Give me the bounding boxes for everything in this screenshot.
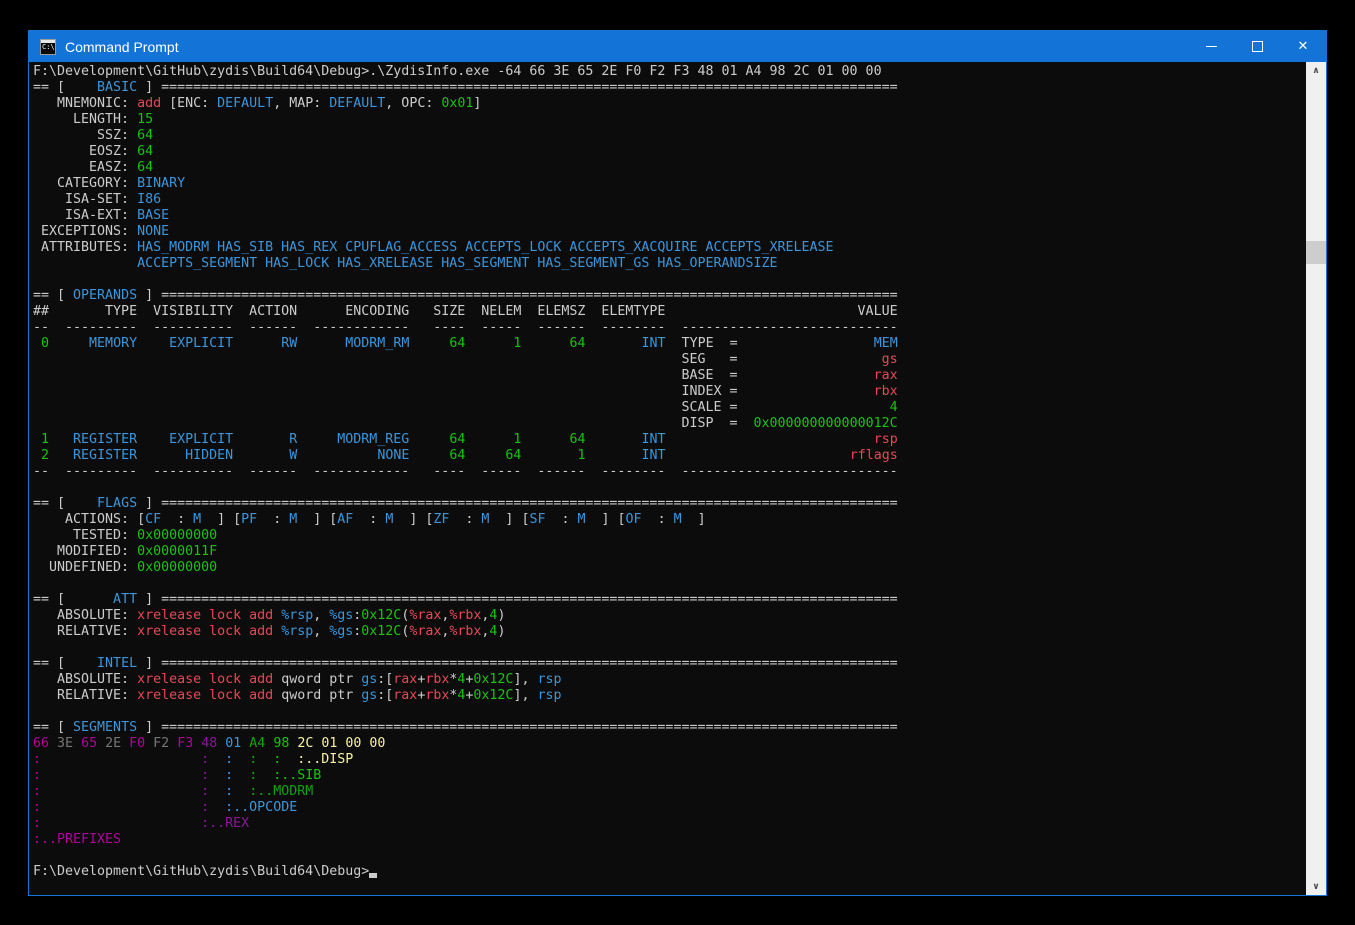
console-line [33,480,1306,496]
console-line: 2 REGISTER HIDDEN W NONE 64 64 1 INT rfl… [33,448,1306,464]
console-line [33,640,1306,656]
maximize-button[interactable] [1234,31,1280,62]
scroll-up-button[interactable]: ∧ [1306,62,1326,79]
console-line: RELATIVE: xrelease lock add qword ptr gs… [33,688,1306,704]
console-line: RELATIVE: xrelease lock add %rsp, %gs:0x… [33,624,1306,640]
console-line: MODIFIED: 0x0000011F [33,544,1306,560]
console-line: -- --------- ---------- ------ ---------… [33,320,1306,336]
console-line [33,704,1306,720]
console-line: LENGTH: 15 [33,112,1306,128]
scroll-down-button[interactable]: ∨ [1306,878,1326,895]
console-line: :..PREFIXES [33,832,1306,848]
console-line: ISA-EXT: BASE [33,208,1306,224]
console-line [33,272,1306,288]
console-line: CATEGORY: BINARY [33,176,1306,192]
console-line: EOSZ: 64 [33,144,1306,160]
console-line: ABSOLUTE: xrelease lock add qword ptr gs… [33,672,1306,688]
console-line: ## TYPE VISIBILITY ACTION ENCODING SIZE … [33,304,1306,320]
console-line: DISP = 0x000000000000012C [33,416,1306,432]
scrollbar-thumb[interactable] [1306,241,1326,264]
console-line: 1 REGISTER EXPLICIT R MODRM_REG 64 1 64 … [33,432,1306,448]
console-line: F:\Development\GitHub\zydis\Build64\Debu… [33,64,1306,80]
console-line: : : : : :..SIB [33,768,1306,784]
cmd-icon-text: C:\ [42,44,55,51]
minimize-button[interactable] [1188,31,1234,62]
console-line: : : : : : :..DISP [33,752,1306,768]
console-line: SEG = gs [33,352,1306,368]
text-cursor [369,873,377,878]
command-prompt-window: C:\ Command Prompt ✕ F:\Development\GitH… [28,30,1327,896]
close-button[interactable]: ✕ [1280,31,1326,62]
console-line: ABSOLUTE: xrelease lock add %rsp, %gs:0x… [33,608,1306,624]
window-title: Command Prompt [65,39,179,55]
console-line: == [ SEGMENTS ] ========================… [33,720,1306,736]
console-line: ACCEPTS_SEGMENT HAS_LOCK HAS_XRELEASE HA… [33,256,1306,272]
console-line: == [ FLAGS ] ===========================… [33,496,1306,512]
console-line: EASZ: 64 [33,160,1306,176]
console-line: ATTRIBUTES: HAS_MODRM HAS_SIB HAS_REX CP… [33,240,1306,256]
console-line: SCALE = 4 [33,400,1306,416]
console-line: : : : :..MODRM [33,784,1306,800]
console-line: : :..REX [33,816,1306,832]
vertical-scrollbar[interactable]: ∧ ∨ [1306,62,1326,895]
maximize-icon [1252,41,1263,52]
console-line: -- --------- ---------- ------ ---------… [33,464,1306,480]
console-output: F:\Development\GitHub\zydis\Build64\Debu… [29,62,1306,880]
console-area[interactable]: F:\Development\GitHub\zydis\Build64\Debu… [29,62,1306,895]
console-line: == [ INTEL ] ===========================… [33,656,1306,672]
console-line: == [ OPERANDS ] ========================… [33,288,1306,304]
console-line: BASE = rax [33,368,1306,384]
console-line: 0 MEMORY EXPLICIT RW MODRM_RM 64 1 64 IN… [33,336,1306,352]
close-icon: ✕ [1298,40,1309,53]
console-line [33,576,1306,592]
console-line: EXCEPTIONS: NONE [33,224,1306,240]
console-line: TESTED: 0x00000000 [33,528,1306,544]
console-line: == [ BASIC ] ===========================… [33,80,1306,96]
cmd-icon: C:\ [40,39,56,55]
console-line: F:\Development\GitHub\zydis\Build64\Debu… [33,864,1306,880]
minimize-icon [1206,46,1217,47]
console-line: UNDEFINED: 0x00000000 [33,560,1306,576]
console-line: SSZ: 64 [33,128,1306,144]
console-line: ISA-SET: I86 [33,192,1306,208]
console-line: : : :..OPCODE [33,800,1306,816]
console-line [33,848,1306,864]
title-bar[interactable]: C:\ Command Prompt ✕ [29,31,1326,62]
console-line: MNEMONIC: add [ENC: DEFAULT, MAP: DEFAUL… [33,96,1306,112]
console-line: 66 3E 65 2E F0 F2 F3 48 01 A4 98 2C 01 0… [33,736,1306,752]
console-line: == [ ATT ] =============================… [33,592,1306,608]
console-line: ACTIONS: [CF : M ] [PF : M ] [AF : M ] [… [33,512,1306,528]
console-line: INDEX = rbx [33,384,1306,400]
